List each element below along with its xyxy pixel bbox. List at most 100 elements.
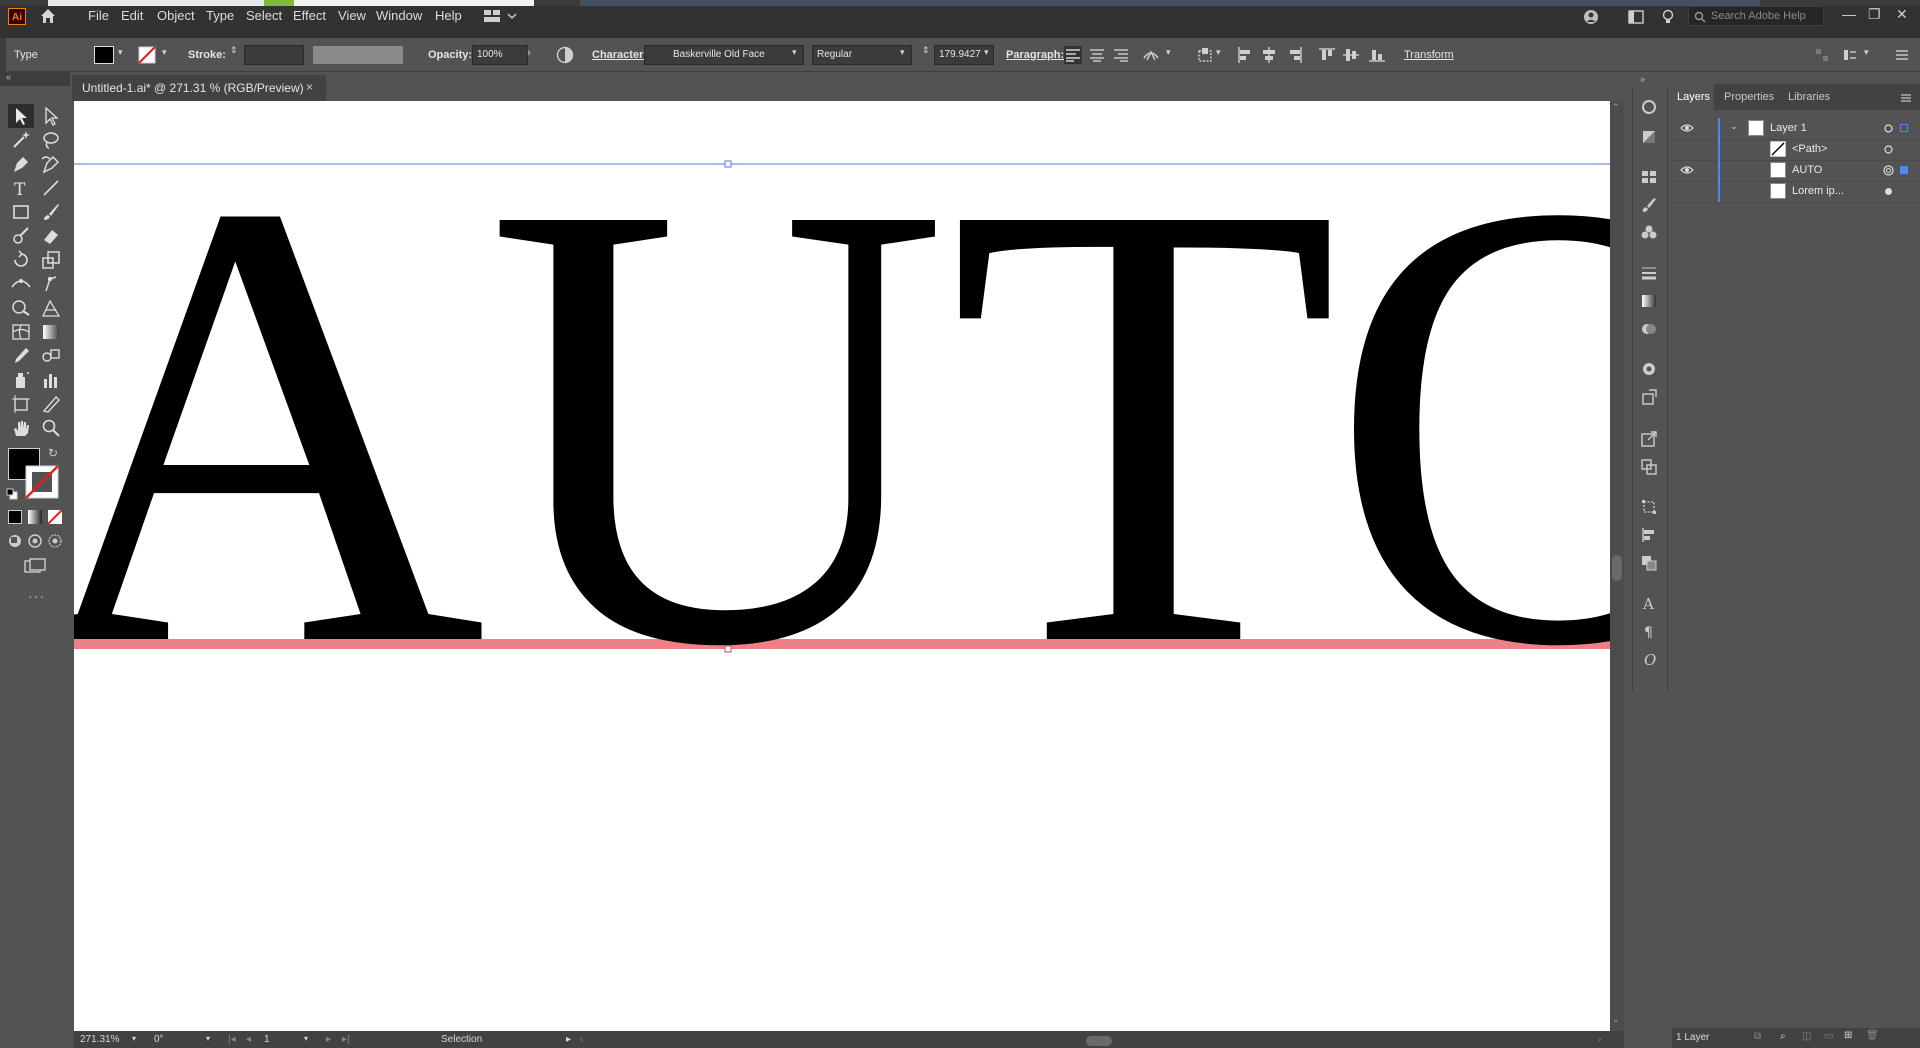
target-circle-icon[interactable]: [1884, 145, 1893, 154]
font-family-chevron-icon[interactable]: ▾: [792, 47, 797, 58]
scroll-down-icon[interactable]: ⌄: [1612, 1014, 1620, 1025]
scroll-right-icon[interactable]: ›: [1598, 1034, 1601, 1045]
visibility-eye-icon[interactable]: [1680, 165, 1694, 175]
expand-layer-chevron-icon[interactable]: ⌄: [1730, 121, 1738, 132]
selection-indicator[interactable]: [1900, 124, 1908, 132]
rotation-chevron-icon[interactable]: ▾: [206, 1034, 210, 1043]
transform-link[interactable]: Transform: [1404, 49, 1454, 61]
search-adobe-help-input[interactable]: Search Adobe Help: [1688, 6, 1824, 26]
scroll-up-icon[interactable]: ⌃: [1612, 102, 1620, 113]
tab-properties[interactable]: Properties: [1724, 91, 1774, 103]
stroke-dropdown-chevron-icon[interactable]: ▾: [162, 47, 167, 58]
zoom-chevron-icon[interactable]: ▾: [132, 1034, 136, 1043]
export-icon[interactable]: [1640, 430, 1658, 448]
draw-inside-icon[interactable]: [48, 534, 62, 548]
user-account-icon[interactable]: [1583, 9, 1599, 25]
menu-window[interactable]: Window: [376, 8, 422, 23]
new-layer-icon[interactable]: ⊞: [1844, 1030, 1852, 1041]
artwork-text[interactable]: AUTO: [74, 101, 1610, 778]
color-guide-icon[interactable]: [1640, 98, 1658, 116]
shape-builder-tool-icon[interactable]: [10, 297, 32, 319]
document-tab[interactable]: Untitled-1.ai* @ 271.31 % (RGB/Preview) …: [72, 75, 326, 101]
pathfinder-icon[interactable]: [1640, 458, 1658, 476]
layer-name[interactable]: <Path>: [1792, 143, 1827, 155]
warp-icon[interactable]: [1142, 46, 1160, 64]
shaper-tool-icon[interactable]: [10, 225, 32, 247]
gradient-panel-icon[interactable]: [1640, 292, 1658, 310]
panel-options-chevron-icon[interactable]: ▾: [1864, 47, 1869, 58]
character-label[interactable]: Character:: [592, 49, 647, 61]
align-center-icon[interactable]: [1088, 46, 1106, 64]
none-mode-icon[interactable]: [48, 510, 62, 524]
paragraph-label[interactable]: Paragraph:: [1006, 49, 1064, 61]
stroke-weight-stepper-icon[interactable]: ⇕: [230, 45, 238, 56]
color-mode-icon[interactable]: [8, 510, 22, 524]
font-style-field[interactable]: Regular: [812, 45, 912, 65]
curvature-tool-icon[interactable]: [40, 153, 62, 175]
symbol-sprayer-tool-icon[interactable]: [10, 369, 32, 391]
fill-dropdown-chevron-icon[interactable]: ▾: [118, 47, 123, 58]
font-style-chevron-icon[interactable]: ▾: [900, 47, 905, 58]
make-clipping-mask-icon[interactable]: ◫: [1802, 1031, 1811, 1042]
artboard-chevron-icon[interactable]: ▾: [304, 1034, 308, 1043]
font-size-chevron-icon[interactable]: ▾: [984, 47, 989, 58]
paintbrush-tool-icon[interactable]: [40, 201, 62, 223]
align-to-chevron-icon[interactable]: ▾: [1216, 47, 1221, 58]
asset-export-icon[interactable]: [1640, 388, 1658, 406]
transparency-icon[interactable]: [1640, 320, 1658, 338]
gradient-mode-icon[interactable]: [28, 510, 42, 524]
workspace-switcher-icon[interactable]: [484, 8, 518, 24]
symbols-icon[interactable]: [1640, 224, 1658, 242]
target-selected-circle-icon[interactable]: [1883, 165, 1894, 176]
close-window-icon[interactable]: ✕: [1896, 6, 1908, 23]
opentype-icon[interactable]: O: [1640, 650, 1658, 668]
panel-options-icon[interactable]: [1842, 47, 1858, 63]
paragraph-panel-icon[interactable]: ¶: [1640, 622, 1658, 640]
line-segment-tool-icon[interactable]: [40, 177, 62, 199]
arrange-icon[interactable]: [1640, 554, 1658, 572]
tab-libraries[interactable]: Libraries: [1788, 91, 1830, 103]
collapse-panel-icon[interactable]: «: [6, 72, 11, 82]
perspective-grid-tool-icon[interactable]: [40, 297, 62, 319]
last-artboard-icon[interactable]: ▸|: [342, 1034, 350, 1045]
eraser-tool-icon[interactable]: [40, 225, 62, 247]
arrange-documents-icon[interactable]: [1628, 9, 1644, 25]
default-fill-stroke-icon[interactable]: [6, 488, 18, 500]
delete-layer-icon[interactable]: 🗑: [1866, 1030, 1879, 1041]
font-size-stepper-icon[interactable]: ⇕: [922, 45, 930, 56]
blend-tool-icon[interactable]: [40, 345, 62, 367]
edit-toolbar-more-icon[interactable]: ···: [28, 588, 45, 604]
first-artboard-icon[interactable]: |◂: [228, 1034, 236, 1045]
menu-help[interactable]: Help: [435, 8, 462, 23]
warp-chevron-icon[interactable]: ▾: [1166, 47, 1171, 58]
appearance-icon[interactable]: [1640, 128, 1658, 146]
icon-strip-expand-icon[interactable]: »: [1640, 74, 1645, 84]
layer-name[interactable]: AUTO: [1792, 164, 1822, 176]
recolor-artwork-icon[interactable]: [556, 46, 574, 64]
stroke-panel-icon[interactable]: [1640, 264, 1658, 282]
horizontal-align-right-icon[interactable]: [1286, 46, 1304, 64]
eyedropper-tool-icon[interactable]: [10, 345, 32, 367]
menu-file[interactable]: File: [88, 8, 109, 23]
scale-tool-icon[interactable]: [40, 249, 62, 271]
slice-tool-icon[interactable]: [40, 393, 62, 415]
top-anchor-handle[interactable]: [724, 160, 732, 168]
control-bar-menu-icon[interactable]: [1894, 47, 1910, 63]
swatches-icon[interactable]: [1640, 168, 1658, 186]
vertical-scroll-thumb[interactable]: [1612, 555, 1622, 581]
variable-width-profile[interactable]: [313, 46, 403, 64]
type-tool-icon[interactable]: T: [10, 177, 32, 199]
vertical-align-center-icon[interactable]: [1342, 46, 1360, 64]
isolate-icon[interactable]: [1814, 47, 1830, 63]
stroke-none-swatch-icon[interactable]: [138, 46, 156, 64]
menu-edit[interactable]: Edit: [121, 8, 143, 23]
change-screen-mode-icon[interactable]: [24, 558, 46, 574]
locate-object-icon[interactable]: ⌕: [1780, 1031, 1786, 1042]
vertical-align-bottom-icon[interactable]: [1368, 46, 1386, 64]
menu-select[interactable]: Select: [246, 8, 282, 23]
stroke-weight-field[interactable]: [244, 45, 304, 65]
layer-name[interactable]: Layer 1: [1770, 122, 1807, 134]
puppet-warp-tool-icon[interactable]: [40, 273, 62, 295]
swap-fill-stroke-icon[interactable]: ↻: [48, 446, 58, 460]
selection-tool-icon[interactable]: [10, 105, 32, 127]
